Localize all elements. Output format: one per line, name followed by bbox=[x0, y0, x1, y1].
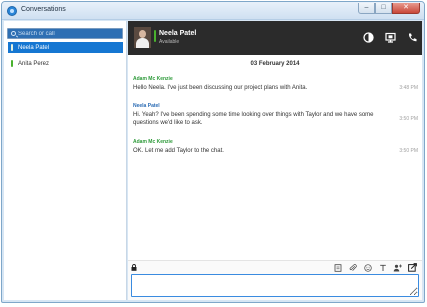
search-input[interactable] bbox=[18, 30, 118, 38]
window-title: Conversations bbox=[21, 6, 66, 13]
message-sender: Adam Mc Kenzie bbox=[133, 76, 173, 82]
contrast-icon[interactable] bbox=[362, 31, 374, 43]
text-format-icon[interactable] bbox=[378, 263, 387, 272]
contact-name: Neela Patel bbox=[18, 44, 50, 51]
message-sender: Adam Mc Kenzie bbox=[133, 139, 173, 145]
message: Adam Mc Kenzie Hello Neela. I've just be… bbox=[133, 76, 418, 92]
message: Adam Mc Kenzie OK. Let me add Taylor to … bbox=[133, 139, 418, 155]
contact-name: Anita Perez bbox=[18, 60, 50, 67]
phone-icon[interactable] bbox=[406, 31, 418, 43]
avatar[interactable] bbox=[134, 27, 151, 48]
participant-status: Available bbox=[159, 39, 180, 45]
minimize-button[interactable]: – bbox=[358, 3, 375, 14]
popout-icon[interactable] bbox=[408, 263, 417, 272]
title-bar: Conversations – □ ✕ bbox=[2, 2, 424, 20]
compose-toolbar bbox=[333, 263, 417, 272]
window-controls: – □ ✕ bbox=[358, 3, 420, 15]
conversation-date: 03 February 2014 bbox=[250, 61, 300, 67]
message-time: 3:50 PM bbox=[399, 148, 418, 154]
chat-pane: Neela Patel Available 03 February 2014 A… bbox=[128, 21, 422, 300]
header-actions bbox=[362, 31, 418, 43]
presence-indicator bbox=[154, 30, 156, 42]
presence-indicator bbox=[11, 44, 13, 51]
presence-indicator bbox=[11, 60, 13, 67]
message-text: OK. Let me add Taylor to the chat. bbox=[133, 148, 224, 154]
conversations-window: Conversations – □ ✕ Neela Patel Anita Pe… bbox=[1, 1, 425, 303]
search-box[interactable] bbox=[7, 28, 123, 39]
attach-icon[interactable] bbox=[348, 263, 357, 272]
message-time: 3:50 PM bbox=[399, 116, 418, 122]
maximize-button[interactable]: □ bbox=[375, 3, 392, 14]
contact-item-neela-patel[interactable]: Neela Patel bbox=[8, 42, 123, 53]
chat-header: Neela Patel Available bbox=[128, 21, 422, 55]
contact-item-anita-perez[interactable]: Anita Perez bbox=[8, 58, 123, 69]
message-input[interactable] bbox=[131, 274, 419, 297]
app-icon bbox=[7, 6, 17, 16]
message-time: 3:48 PM bbox=[399, 85, 418, 91]
compose-area bbox=[128, 260, 422, 300]
message-text: Hi. Yeah? I've been spending some time l… bbox=[133, 112, 374, 126]
add-person-icon[interactable] bbox=[393, 263, 402, 272]
document-icon[interactable] bbox=[333, 263, 342, 272]
lock-icon bbox=[131, 264, 137, 271]
message-text: Hello Neela. I've just been discussing o… bbox=[133, 85, 308, 91]
search-icon bbox=[11, 31, 16, 36]
close-button[interactable]: ✕ bbox=[392, 3, 420, 14]
message-sender: Neela Patel bbox=[133, 103, 160, 109]
participant-name: Neela Patel bbox=[159, 30, 197, 37]
conversation-sidebar: Neela Patel Anita Perez bbox=[4, 21, 127, 300]
message: Neela Patel Hi. Yeah? I've been spending… bbox=[133, 103, 418, 127]
screen-share-icon[interactable] bbox=[384, 31, 396, 43]
emoji-icon[interactable] bbox=[363, 263, 372, 272]
